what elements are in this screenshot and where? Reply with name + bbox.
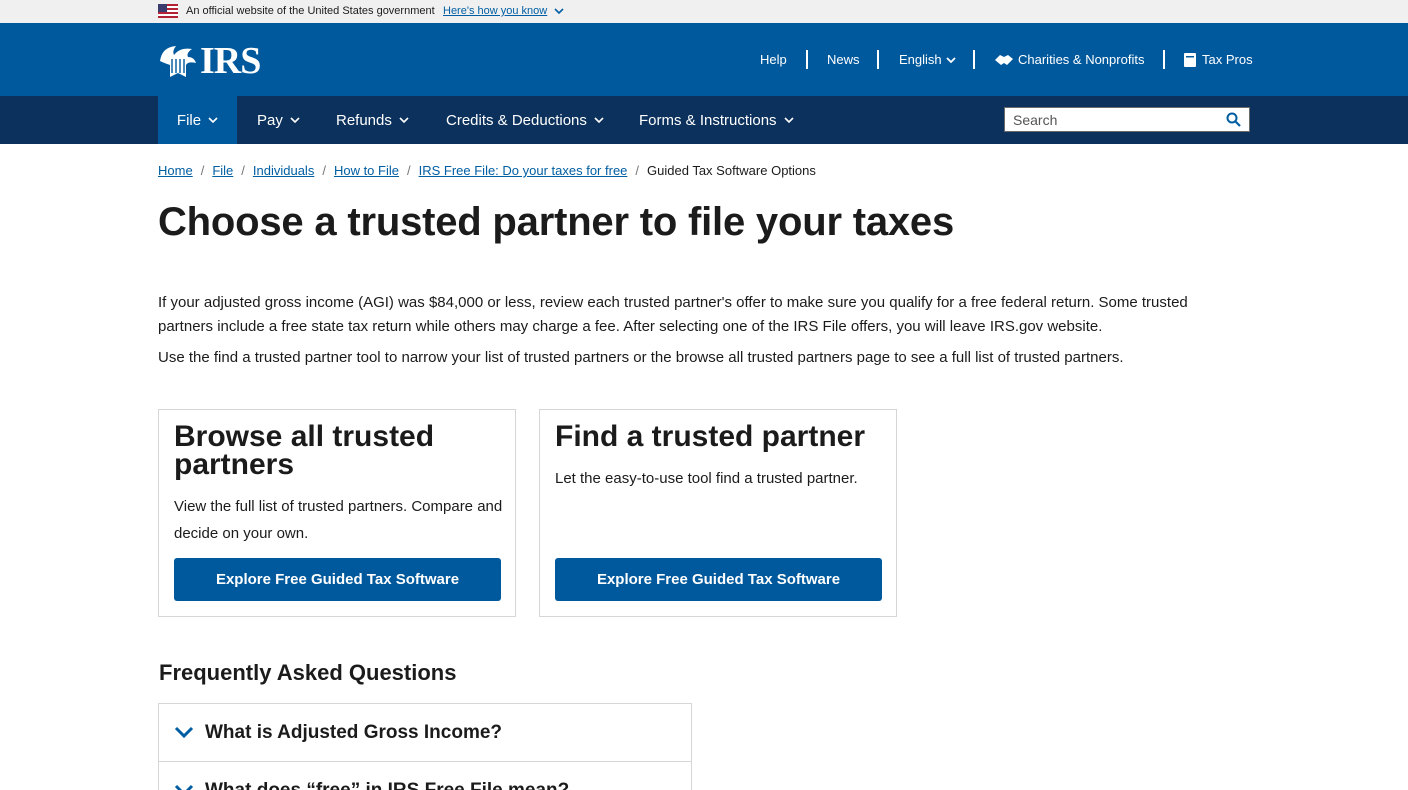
breadcrumb-separator: / bbox=[406, 163, 411, 178]
site-header: IRS Help News English Charities & Nonpro… bbox=[0, 23, 1408, 96]
divider bbox=[973, 50, 975, 69]
nav-item-label: File bbox=[176, 111, 202, 129]
help-label: Help bbox=[760, 52, 787, 67]
logo-text: IRS bbox=[200, 40, 261, 82]
nav-item-forms-instructions[interactable]: Forms & Instructions bbox=[639, 96, 794, 144]
chevron-down-icon bbox=[594, 117, 604, 124]
chevron-down-icon bbox=[783, 117, 794, 124]
card-text: View the full list of trusted partners. … bbox=[174, 498, 503, 542]
how-you-know-link[interactable]: Here's how you know bbox=[443, 5, 547, 17]
explore-software-button[interactable]: Explore Free Guided Tax Software bbox=[174, 558, 501, 601]
nav-item-label: Forms & Instructions bbox=[639, 111, 777, 129]
card-find-partner: Find a trusted partner Let the easy-to-u… bbox=[539, 409, 897, 617]
gov-banner: An official website of the United States… bbox=[0, 0, 1408, 23]
breadcrumb-separator: / bbox=[322, 163, 326, 178]
breadcrumb-home[interactable]: Home bbox=[158, 163, 193, 178]
breadcrumb-separator: / bbox=[200, 163, 205, 178]
nav-item-refunds[interactable]: Refunds bbox=[336, 96, 409, 144]
divider bbox=[877, 50, 879, 69]
irs-logo[interactable]: IRS bbox=[158, 40, 261, 82]
charities-link[interactable]: Charities & Nonprofits bbox=[994, 23, 1144, 96]
chevron-down-icon bbox=[208, 117, 218, 124]
search-icon[interactable] bbox=[1226, 112, 1241, 127]
breadcrumb-separator: / bbox=[241, 163, 245, 178]
intro-paragraph: If your adjusted gross income (AGI) was … bbox=[158, 294, 1188, 335]
card-title: Browse all trusted partners bbox=[174, 420, 435, 481]
chevron-down-icon[interactable] bbox=[553, 6, 565, 16]
nav-item-pay[interactable]: Pay bbox=[257, 96, 300, 144]
chevron-down-icon bbox=[946, 56, 956, 63]
faq-item[interactable]: What is Adjusted Gross Income? bbox=[158, 703, 692, 762]
news-link[interactable]: News bbox=[827, 23, 860, 96]
book-icon bbox=[1184, 52, 1196, 67]
tax-pros-label: Tax Pros bbox=[1202, 52, 1253, 67]
nav-item-label: Pay bbox=[257, 111, 283, 129]
search-box bbox=[1004, 107, 1250, 132]
breadcrumb-irs-free-file[interactable]: IRS Free File: Do your taxes for free bbox=[419, 163, 628, 178]
official-site-text: An official website of the United States… bbox=[186, 5, 435, 17]
nav-item-credits-deductions[interactable]: Credits & Deductions bbox=[446, 96, 604, 144]
divider bbox=[1163, 50, 1165, 69]
chevron-down-icon bbox=[399, 117, 409, 124]
chevron-down-icon bbox=[174, 726, 194, 739]
breadcrumb-file[interactable]: File bbox=[212, 163, 233, 178]
faq-question: What is Adjusted Gross Income? bbox=[205, 721, 503, 743]
language-label: English bbox=[899, 52, 942, 67]
irs-eagle-icon bbox=[160, 46, 196, 77]
us-flag-icon bbox=[158, 4, 178, 18]
divider bbox=[806, 50, 808, 69]
nav-item-label: Refunds bbox=[336, 111, 392, 129]
nav-item-file[interactable]: File bbox=[158, 96, 237, 144]
card-title: Find a trusted partner bbox=[555, 420, 866, 453]
card-browse-partners: Browse all trusted partners View the ful… bbox=[158, 409, 516, 617]
page-title: Choose a trusted partner to file your ta… bbox=[158, 200, 955, 244]
breadcrumb-individuals[interactable]: Individuals bbox=[253, 163, 314, 178]
help-link[interactable]: Help bbox=[760, 23, 787, 96]
faq-question: What does “free” in IRS Free File mean? bbox=[205, 779, 570, 790]
intro-paragraph-2: Use the find a trusted partner tool to n… bbox=[158, 349, 1124, 366]
language-selector[interactable]: English bbox=[899, 23, 957, 96]
card-text: Let the easy-to-use tool find a trusted … bbox=[555, 470, 858, 487]
handshake-icon bbox=[995, 54, 1013, 65]
nav-item-label: Credits & Deductions bbox=[446, 111, 587, 129]
search-input[interactable] bbox=[1005, 108, 1220, 131]
faq-item[interactable]: What does “free” in IRS Free File mean? bbox=[158, 761, 692, 790]
explore-software-button[interactable]: Explore Free Guided Tax Software bbox=[555, 558, 882, 601]
breadcrumb-current: Guided Tax Software Options bbox=[647, 163, 816, 178]
chevron-down-icon bbox=[290, 117, 300, 124]
chevron-down-icon bbox=[174, 784, 194, 790]
tax-pros-link[interactable]: Tax Pros bbox=[1184, 23, 1253, 96]
faq-title: Frequently Asked Questions bbox=[159, 660, 457, 685]
news-label: News bbox=[827, 52, 860, 67]
main-nav: File Pay Refunds Credits & Deductions Fo… bbox=[0, 96, 1408, 144]
breadcrumb-how-to-file[interactable]: How to File bbox=[334, 163, 399, 178]
breadcrumb: Home / File / Individuals / How to File … bbox=[158, 163, 816, 178]
charities-label: Charities & Nonprofits bbox=[1018, 52, 1145, 67]
breadcrumb-separator: / bbox=[635, 163, 640, 178]
